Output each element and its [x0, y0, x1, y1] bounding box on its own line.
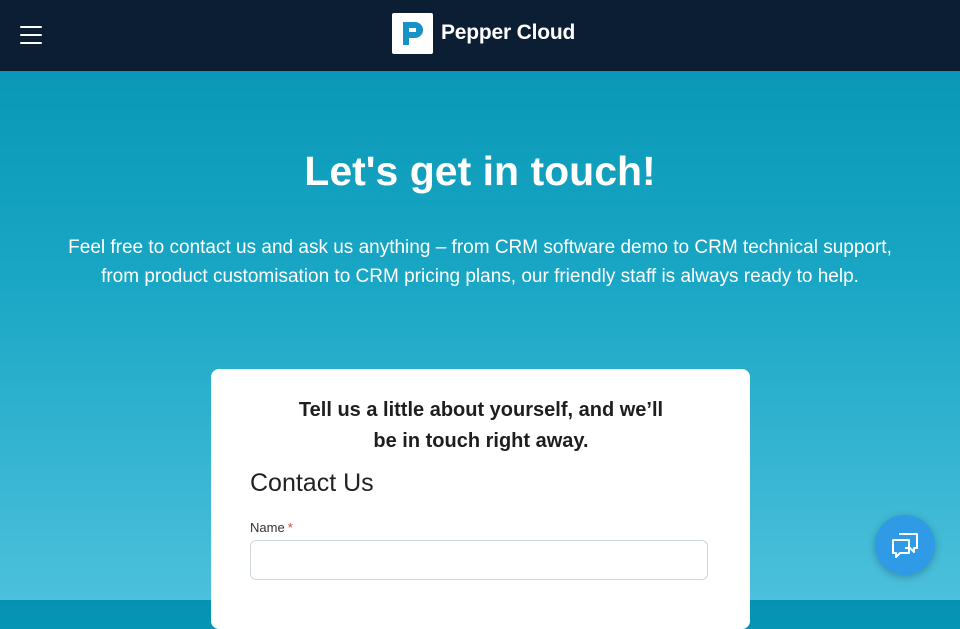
form-tagline-line-2: be in touch right away.	[373, 430, 589, 452]
chat-bubbles-icon	[892, 533, 918, 558]
hamburger-menu-icon[interactable]	[20, 26, 44, 46]
name-label-text: Name	[250, 520, 285, 535]
chat-widget-button[interactable]	[875, 515, 935, 575]
page-title: Let's get in touch!	[304, 148, 656, 194]
top-navigation-bar: Pepper Cloud	[0, 0, 960, 71]
name-input[interactable]	[250, 540, 708, 580]
form-tagline-line-1: Tell us a little about yourself, and we’…	[298, 399, 664, 421]
name-field-label: Name *	[250, 520, 293, 535]
pepper-cloud-logo-icon	[392, 12, 433, 54]
required-asterisk: *	[287, 520, 293, 535]
logo-link[interactable]: Pepper Cloud	[392, 12, 575, 54]
logo-text: Pepper Cloud	[441, 21, 576, 44]
contact-form-card: Tell us a little about yourself, and we’…	[211, 369, 750, 629]
form-heading: Contact Us	[250, 469, 374, 497]
hero-description: Feel free to contact us and ask us anyth…	[68, 237, 892, 287]
form-tagline: Tell us a little about yourself, and we’…	[251, 395, 711, 457]
